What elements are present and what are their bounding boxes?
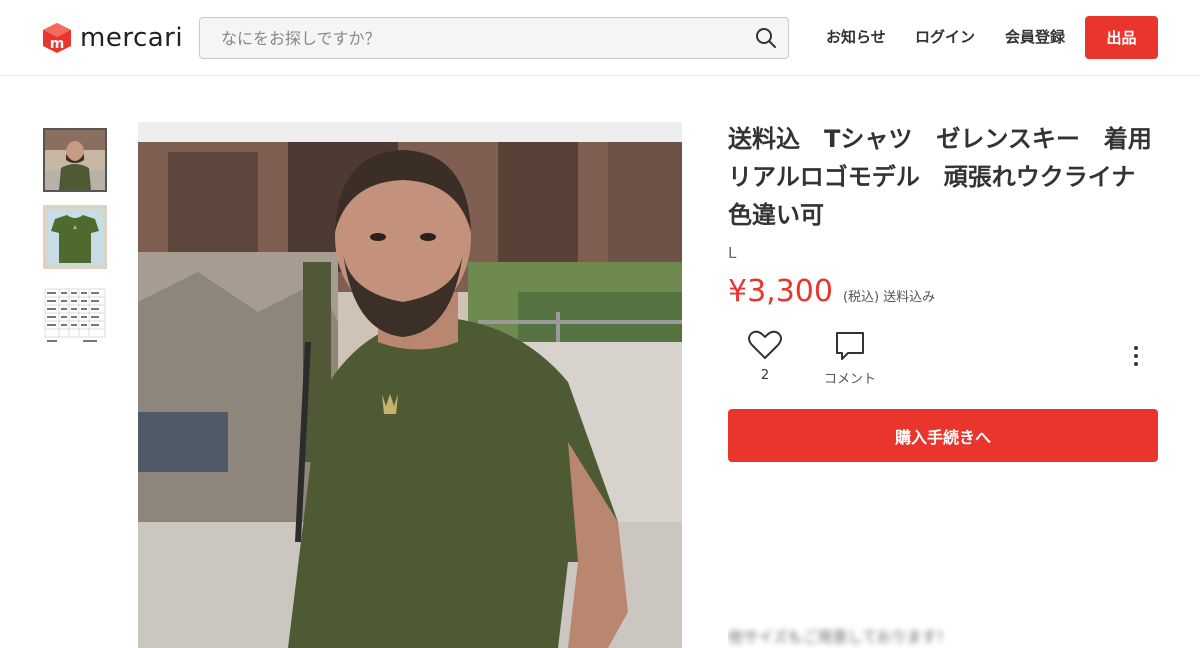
site-header: m mercari お知らせ ログイン 会員登録 出品 [0, 0, 1200, 76]
heart-icon [748, 330, 782, 364]
item-description: 他サイズもご用意しております！ [728, 500, 1158, 648]
more-options-button[interactable] [1126, 343, 1146, 369]
nav-signup-link[interactable]: 会員登録 [1005, 26, 1065, 47]
purchase-button[interactable]: 購入手続きへ [728, 409, 1158, 462]
price-row: ¥3,300 (税込) 送料込み [728, 274, 935, 309]
mercari-logo-icon: m [40, 21, 74, 55]
tax-note: (税込) [842, 290, 880, 305]
thumbnail-photo-1[interactable] [43, 128, 107, 192]
mercari-logo[interactable]: m mercari [40, 20, 183, 56]
like-count: 2 [760, 368, 770, 383]
nav-login-link[interactable]: ログイン [915, 26, 975, 47]
logo-wordmark: mercari [80, 23, 184, 53]
shipping-note: 送料込み [883, 290, 936, 305]
description-line: 他サイズもご用意しております！ [728, 628, 952, 646]
comment-icon [834, 332, 866, 366]
item-size: L [728, 244, 737, 262]
search-box [199, 17, 789, 59]
comment-label: コメント [823, 372, 876, 387]
svg-text:m: m [50, 36, 65, 52]
item-title: 送料込 Tシャツ ゼレンスキー 着用リアルロゴモデル 頑張れウクライナ 色違い可 [728, 125, 1160, 229]
main-product-photo [138, 122, 682, 648]
thumbnail-photo-2[interactable] [43, 205, 107, 269]
search-icon[interactable] [754, 26, 778, 50]
nav-news-link[interactable]: お知らせ [826, 26, 886, 47]
thumbnail-size-chart[interactable] [43, 283, 107, 347]
comment-button[interactable] [834, 330, 866, 362]
search-input[interactable] [200, 18, 740, 58]
like-button[interactable] [748, 330, 784, 362]
more-vertical-icon [1126, 346, 1146, 373]
sell-button[interactable]: 出品 [1085, 16, 1158, 59]
item-price: ¥3,300 [728, 274, 833, 309]
